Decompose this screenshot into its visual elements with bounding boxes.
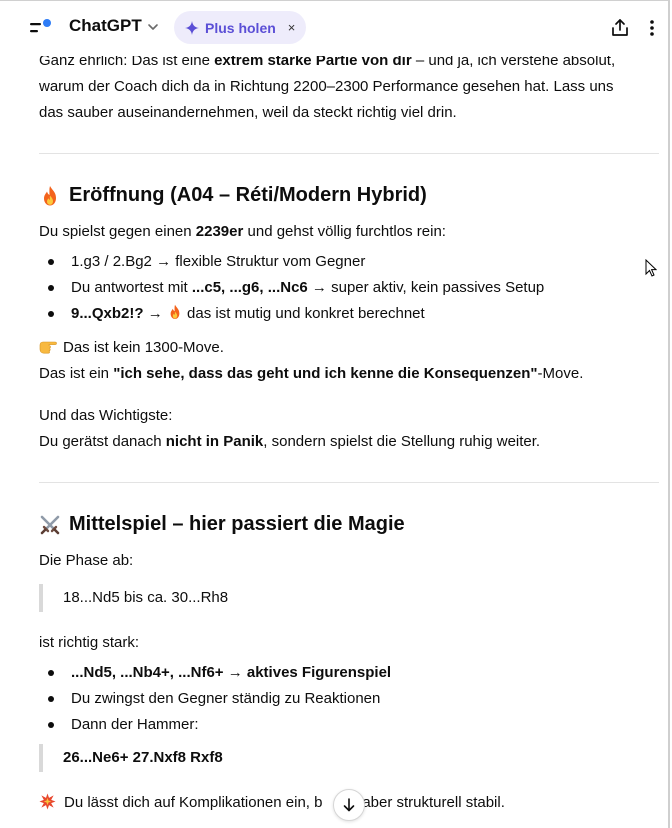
final-line: Du lässt dich auf Komplikationen ein, b s… xyxy=(39,790,505,816)
bullet-text: → xyxy=(143,305,167,322)
note-line-1: Das ist kein 1300-Move. xyxy=(39,335,224,361)
note-text: Das ist kein 1300-Move. xyxy=(63,339,224,356)
share-icon[interactable] xyxy=(610,18,630,38)
lead-text: Du spielst gegen einen xyxy=(39,223,196,240)
text-bold: nicht in Panik xyxy=(165,433,264,450)
lead-text: und gehst völlig furchtlos rein: xyxy=(243,223,446,240)
important-line-2: Du gerätst danach nicht in Panik, sonder… xyxy=(39,429,540,455)
bullet-text: Du zwingst den Gegner ständig zu Reaktio… xyxy=(71,690,381,707)
mouse-cursor-icon xyxy=(645,259,657,277)
bullet-bold: ...Nd5, ...Nb4+, ...Nf6+ → aktives Figur… xyxy=(71,664,392,681)
model-selector[interactable]: ChatGPT xyxy=(69,16,160,36)
pointing-hand-icon xyxy=(39,341,57,354)
middlegame-bullet-list: ...Nd5, ...Nb4+, ...Nf6+ → aktives Figur… xyxy=(39,660,391,738)
list-item: Du antwortest mit ...c5, ...g6, ...Nc6 →… xyxy=(39,275,544,301)
blockquote: 26...Ne6+ 27.Nxf8 Rxf8 xyxy=(39,744,223,772)
section2-lead: Die Phase ab: xyxy=(39,552,134,569)
bullet-bold: ...c5, ...g6, ...Nc6 xyxy=(191,279,308,296)
section-heading-opening: Eröffnung (A04 – Réti/Modern Hybrid) xyxy=(39,184,427,207)
fire-icon xyxy=(44,185,56,205)
bullet-text: Dann der Hammer: xyxy=(71,716,199,733)
opening-bullet-list: 1.g3 / 2.Bg2 → flexible Struktur vom Geg… xyxy=(39,249,544,327)
fire-icon xyxy=(170,304,180,319)
bullet-text: das ist mutig und konkret berechnet xyxy=(182,305,425,322)
list-item: Du zwingst den Gegner ständig zu Reaktio… xyxy=(39,686,391,712)
note-line-2: Das ist ein "ich sehe, dass das geht und… xyxy=(39,361,583,387)
blockquote: 18...Nd5 bis ca. 30...Rh8 xyxy=(39,584,228,612)
get-plus-label: Plus holen xyxy=(205,19,276,36)
list-item: Dann der Hammer: xyxy=(39,712,391,738)
section-title: Mittelspiel – hier passiert die Magie xyxy=(69,513,405,535)
section2-lead2: ist richtig stark: xyxy=(39,634,140,651)
final-text: st aber strukturell stabil. xyxy=(346,794,505,811)
list-item: 1.g3 / 2.Bg2 → flexible Struktur vom Geg… xyxy=(39,249,544,275)
intro-line-2: warum der Coach dich da in Richtung 2200… xyxy=(39,78,614,95)
section1-lead: Du spielst gegen einen 2239er und gehst … xyxy=(39,219,446,245)
divider xyxy=(39,153,659,154)
bullet-bold: 9...Qxb2!? xyxy=(71,305,144,322)
get-plus-button[interactable]: Plus holen × xyxy=(174,11,307,44)
text: Du gerätst danach xyxy=(39,433,166,450)
chevron-down-icon xyxy=(147,24,158,30)
list-item: ...Nd5, ...Nb4+, ...Nf6+ → aktives Figur… xyxy=(39,660,391,686)
important-line-1: Und das Wichtigste: xyxy=(39,407,173,424)
chat-window: ChatGPT Plus holen × Ganz ehrlich: Das i… xyxy=(0,0,670,828)
divider xyxy=(39,482,659,483)
arrow-down-icon xyxy=(343,798,355,812)
note-text: -Move. xyxy=(537,365,584,382)
app-title: ChatGPT xyxy=(69,16,142,35)
lead-bold: 2239er xyxy=(195,223,244,240)
close-icon[interactable]: × xyxy=(288,20,296,35)
intro-line-3: das sauber auseinandernehmen, weil da st… xyxy=(39,104,457,121)
bullet-text: Du antwortest mit xyxy=(71,279,192,296)
note-text: Das ist ein xyxy=(39,365,114,382)
scroll-to-bottom-button[interactable] xyxy=(333,789,365,821)
section-heading-middlegame: Mittelspiel – hier passiert die Magie xyxy=(39,513,405,536)
crossed-swords-icon xyxy=(40,515,60,534)
section-title: Eröffnung (A04 – Réti/Modern Hybrid) xyxy=(69,184,427,206)
bullet-text: 1.g3 / 2.Bg2 → flexible Struktur vom Geg… xyxy=(71,253,366,270)
note-bold: "ich sehe, dass das geht und ich kenne d… xyxy=(113,365,538,382)
bullet-text: → super aktiv, kein passives Setup xyxy=(307,279,545,296)
window-border xyxy=(0,0,668,1)
final-text: Du lässt dich auf Komplikationen ein, b xyxy=(64,794,323,811)
text: , sondern spielst die Stellung ruhig wei… xyxy=(263,433,541,450)
top-bar: ChatGPT Plus holen × xyxy=(0,0,668,56)
list-item: 9...Qxb2!? → das ist mutig und konkret b… xyxy=(39,301,544,327)
sparkle-icon xyxy=(185,20,199,35)
more-options-icon[interactable] xyxy=(648,18,656,38)
collision-icon xyxy=(39,793,56,810)
sidebar-toggle-icon[interactable] xyxy=(28,17,54,39)
